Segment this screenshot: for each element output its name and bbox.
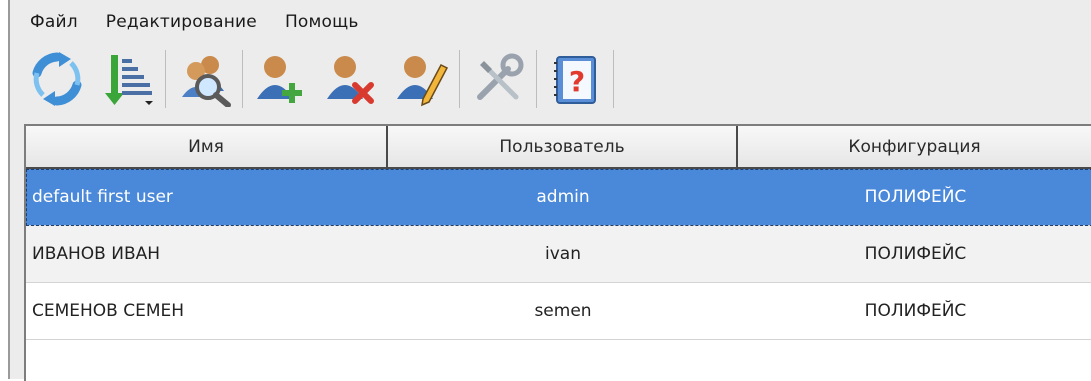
sort-list-icon — [105, 55, 153, 105]
column-header-user[interactable]: Пользователь — [388, 126, 738, 167]
column-header-configuration[interactable]: Конфигурация — [738, 126, 1091, 167]
search-users-icon — [182, 56, 231, 107]
edit-user-icon — [397, 56, 449, 107]
users-table: Имя Пользователь Конфигурация default fi… — [24, 124, 1091, 381]
menu-file[interactable]: Файл — [30, 12, 78, 32]
toolbar-separator — [459, 50, 460, 108]
cell-configuration: ПОЛИФЕЙС — [864, 187, 967, 207]
menu-edit[interactable]: Редактирование — [106, 12, 257, 32]
cell-configuration: ПОЛИФЕЙС — [864, 244, 967, 264]
edit-user-button[interactable] — [386, 46, 456, 112]
cell-user: ivan — [545, 244, 581, 264]
cell-name: default first user — [32, 187, 173, 207]
settings-tools-icon — [477, 53, 524, 100]
toolbar-separator — [613, 50, 614, 108]
delete-user-icon — [327, 56, 374, 104]
cell-user: admin — [536, 187, 590, 207]
add-user-icon — [257, 56, 302, 103]
delete-user-button[interactable] — [316, 46, 386, 112]
toolbar-separator — [536, 50, 537, 108]
column-header-name[interactable]: Имя — [26, 126, 388, 167]
help-button[interactable]: ? — [540, 46, 610, 112]
cell-name: ИВАНОВ ИВАН — [32, 244, 161, 264]
refresh-button[interactable] — [22, 46, 92, 112]
table-row[interactable]: СЕМЕНОВ СЕМЕН semen ПОЛИФЕЙС — [26, 283, 1091, 340]
table-row[interactable]: default first user admin ПОЛИФЕЙС — [26, 169, 1091, 226]
toolbar-separator — [165, 50, 166, 108]
toolbar-separator — [242, 50, 243, 108]
table-header: Имя Пользователь Конфигурация — [26, 126, 1091, 169]
refresh-icon — [32, 52, 82, 106]
cell-configuration: ПОЛИФЕЙС — [864, 301, 967, 321]
toolbar: ? — [22, 46, 617, 112]
cell-user: semen — [534, 301, 592, 321]
user-management-window: Файл Редактирование Помощь ? Имя Пользов… — [8, 0, 1091, 381]
table-body: default first user admin ПОЛИФЕЙС ИВАНОВ… — [26, 169, 1091, 340]
cell-name: СЕМЕНОВ СЕМЕН — [32, 301, 185, 321]
add-user-button[interactable] — [246, 46, 316, 112]
table-row[interactable]: ИВАНОВ ИВАН ivan ПОЛИФЕЙС — [26, 226, 1091, 283]
sort-list-button[interactable] — [92, 46, 162, 112]
help-book-icon: ? — [554, 56, 596, 104]
menu-bar: Файл Редактирование Помощь — [10, 0, 1091, 44]
settings-tools-button[interactable] — [463, 46, 533, 112]
search-users-button[interactable] — [169, 46, 239, 112]
menu-help[interactable]: Помощь — [285, 12, 359, 32]
svg-text:?: ? — [569, 65, 585, 98]
